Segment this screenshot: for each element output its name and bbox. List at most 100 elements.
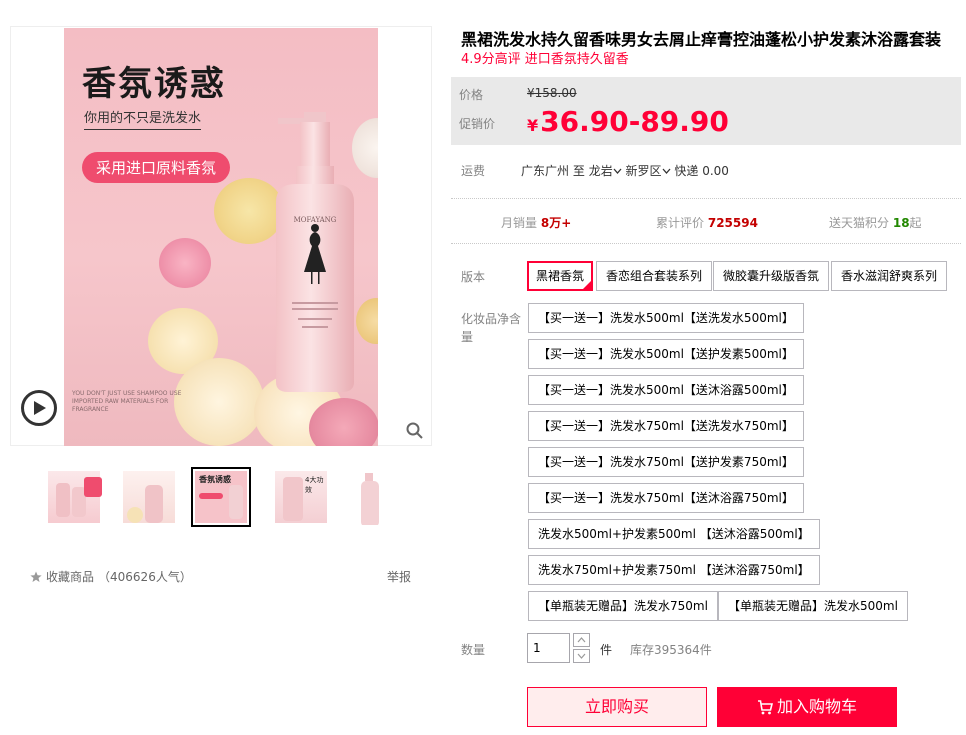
sales-stats: 月销量 8万+ 累计评价 725594 送天猫积分 18起 <box>451 198 961 244</box>
volume-option-2[interactable]: 【买一送一】洗发水500ml【送护发素500ml】 <box>528 339 804 369</box>
points-label: 送天猫积分 <box>829 216 890 230</box>
points-value: 18 <box>892 216 910 230</box>
option-text: 香水滋润舒爽系列 <box>841 269 938 283</box>
version-option-4[interactable]: 香水滋润舒爽系列 <box>831 261 948 291</box>
promo-price-label: 促销价 <box>459 117 496 131</box>
chevron-down-icon <box>662 168 671 174</box>
product-gallery: MOFAYANG 香氛诱惑 你用的不只是洗发水 采用进口原料香氛 YOU DON… <box>10 26 432 446</box>
ship-method: 快递 0.00 <box>674 164 729 178</box>
image-headline: 香氛诱惑 <box>82 64 226 104</box>
zoom-icon[interactable] <box>406 422 424 440</box>
version-option-1[interactable]: 黑裙香氛 <box>527 261 594 291</box>
version-option-3[interactable]: 微胶囊升级版香氛 <box>713 261 830 291</box>
buy-now-button[interactable]: 立即购买 <box>527 687 707 727</box>
product-subtitle: 4.9分高评 进口香氛持久留香 <box>461 52 629 67</box>
ship-district-select[interactable]: 新罗区 <box>626 164 671 178</box>
currency-symbol: ¥ <box>527 116 539 135</box>
volume-option-10[interactable]: 【单瓶装无赠品】洗发水500ml <box>718 591 908 621</box>
shipping-info: 广东广州 至 龙岩 新罗区 快递 0.00 <box>521 162 729 179</box>
option-text: 【单瓶装无赠品】洗发水750ml <box>538 599 708 613</box>
add-to-cart-button[interactable]: 加入购物车 <box>717 687 897 727</box>
ship-city-select[interactable]: 龙岩 <box>589 164 622 178</box>
option-text: 【买一送一】洗发水500ml【送护发素500ml】 <box>538 347 794 361</box>
total-reviews[interactable]: 累计评价 725594 <box>656 214 758 231</box>
version-label: 版本 <box>461 270 486 284</box>
quantity-label: 数量 <box>461 643 486 657</box>
quantity-unit: 件 <box>600 643 613 657</box>
volume-option-4[interactable]: 【买一送一】洗发水750ml【送洗发水750ml】 <box>528 411 804 441</box>
monthly-sales-value: 8万+ <box>540 216 572 230</box>
volume-option-7[interactable]: 洗发水500ml+护发素500ml 【送沐浴露500ml】 <box>528 519 820 549</box>
thumbnail-3[interactable]: 香氛诱惑 <box>191 467 251 527</box>
selected-check-icon <box>582 280 593 290</box>
flower-decoration <box>309 398 378 446</box>
thumbnail-text: 香氛诱惑 <box>199 475 231 484</box>
volume-option-6[interactable]: 【买一送一】洗发水750ml【送沐浴露750ml】 <box>528 483 804 513</box>
volume-option-8[interactable]: 洗发水750ml+护发素750ml 【送沐浴露750ml】 <box>528 555 820 585</box>
tmall-points: 送天猫积分 18起 <box>829 214 922 231</box>
option-text: 洗发水750ml+护发素750ml 【送沐浴露750ml】 <box>538 563 810 577</box>
chevron-down-icon <box>577 653 586 659</box>
ship-to-word: 至 <box>572 164 585 178</box>
option-text: 【买一送一】洗发水750ml【送沐浴露750ml】 <box>538 491 794 505</box>
report-link[interactable]: 举报 <box>387 568 411 585</box>
thumbnail-strip: 香氛诱惑 4大功效 <box>44 467 404 529</box>
volume-option-9[interactable]: 【单瓶装无赠品】洗发水750ml <box>528 591 718 621</box>
version-option-2[interactable]: 香恋组合套装系列 <box>596 261 713 291</box>
image-pill-badge: 采用进口原料香氛 <box>82 152 231 183</box>
image-subheadline: 你用的不只是洗发水 <box>84 107 202 130</box>
points-suffix: 起 <box>909 216 922 230</box>
video-play-button[interactable] <box>21 390 57 426</box>
thumbnail-4[interactable]: 4大功效 <box>271 467 331 527</box>
product-title: 黑裙洗发水持久留香味男女去屑止痒膏控油蓬松小护发素沐浴露套装 <box>461 30 942 49</box>
quantity-increase-button[interactable] <box>573 633 590 647</box>
thumbnail-1[interactable] <box>44 467 104 527</box>
chevron-up-icon <box>577 637 586 643</box>
play-icon <box>34 401 46 415</box>
original-price: ¥158.00 <box>527 86 577 100</box>
price-panel: 价格 ¥158.00 促销价 ¥36.90-89.90 <box>451 77 961 145</box>
cart-icon <box>757 700 774 715</box>
option-text: 【买一送一】洗发水750ml【送洗发水750ml】 <box>538 419 794 433</box>
main-product-image[interactable]: MOFAYANG 香氛诱惑 你用的不只是洗发水 采用进口原料香氛 YOU DON… <box>64 28 378 446</box>
monthly-sales-label: 月销量 <box>501 216 538 230</box>
thumbnail-5[interactable] <box>341 467 401 527</box>
favorite-link[interactable]: 收藏商品 （406626人气） <box>30 568 192 585</box>
option-text: 【买一送一】洗发水500ml【送洗发水500ml】 <box>538 311 794 325</box>
bottle-brand-text: MOFAYANG <box>294 216 337 224</box>
volume-option-5[interactable]: 【买一送一】洗发水750ml【送护发素750ml】 <box>528 447 804 477</box>
favorite-count: （406626人气） <box>98 570 192 584</box>
image-small-text: YOU DON'T JUST USE SHAMPOO USE IMPORTED … <box>72 390 182 413</box>
volume-label: 化妆品净含量 <box>461 312 522 344</box>
quantity-input[interactable]: 1 <box>527 633 570 663</box>
flower-decoration <box>159 238 211 288</box>
favorite-label: 收藏商品 <box>46 570 95 584</box>
volume-option-1[interactable]: 【买一送一】洗发水500ml【送洗发水500ml】 <box>528 303 804 333</box>
option-text: 微胶囊升级版香氛 <box>723 269 820 283</box>
promo-price-value: 36.90-89.90 <box>540 105 729 138</box>
option-text: 香恋组合套装系列 <box>606 269 703 283</box>
option-text: 【买一送一】洗发水750ml【送护发素750ml】 <box>538 455 794 469</box>
quantity-decrease-button[interactable] <box>573 649 590 663</box>
stock-count: 库存395364件 <box>630 643 712 657</box>
star-icon <box>30 571 42 582</box>
flower-decoration <box>174 358 264 446</box>
chevron-down-icon <box>613 168 622 174</box>
thumbnail-2[interactable] <box>119 467 179 527</box>
thumbnail-text: 4大功效 <box>305 476 324 494</box>
shipping-label: 运费 <box>461 164 486 178</box>
reviews-label: 累计评价 <box>656 216 705 230</box>
volume-option-3[interactable]: 【买一送一】洗发水500ml【送沐浴露500ml】 <box>528 375 804 405</box>
ship-city: 龙岩 <box>588 164 613 178</box>
option-text: 黑裙香氛 <box>536 269 585 283</box>
ship-from: 广东广州 <box>521 164 570 178</box>
option-text: 【单瓶装无赠品】洗发水500ml <box>728 599 898 613</box>
ship-district: 新罗区 <box>625 164 662 178</box>
reviews-value: 725594 <box>707 216 758 230</box>
option-text: 【买一送一】洗发水500ml【送沐浴露500ml】 <box>538 383 794 397</box>
original-price-label: 价格 <box>459 88 484 102</box>
promo-price: ¥36.90-89.90 <box>527 105 729 138</box>
shampoo-bottle-image: MOFAYANG <box>276 112 354 392</box>
add-to-cart-label: 加入购物车 <box>776 697 857 716</box>
option-text: 洗发水500ml+护发素500ml 【送沐浴露500ml】 <box>538 527 810 541</box>
